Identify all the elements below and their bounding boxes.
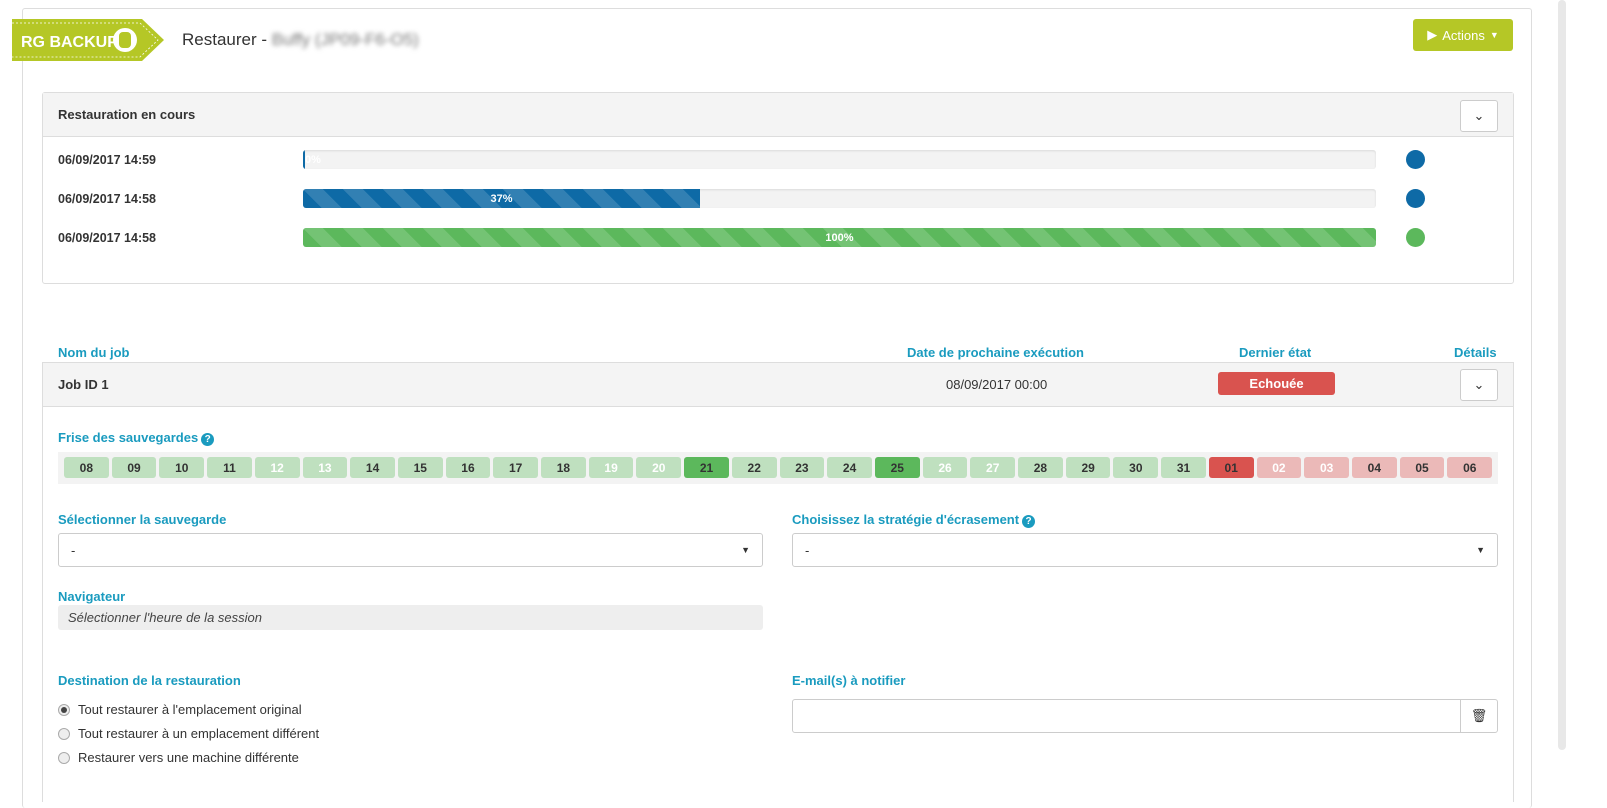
caret-down-icon: ▼	[741, 545, 750, 555]
restore-progress-panel: Restauration en cours ⌄ 06/09/2017 14:59…	[42, 92, 1514, 284]
email-input[interactable]	[792, 699, 1461, 733]
timeline-day[interactable]: 11	[207, 457, 252, 478]
col-last-state: Dernier état	[1239, 345, 1312, 360]
radio-circle[interactable]	[58, 751, 70, 764]
timeline-day[interactable]: 15	[397, 457, 443, 478]
clear-email-button[interactable]: 🗑	[1460, 699, 1498, 733]
play-icon: ▶	[1427, 27, 1438, 42]
progress-fill: 0%	[303, 150, 321, 169]
radio-circle[interactable]	[58, 727, 70, 740]
chevron-down-icon: ⌄	[1473, 377, 1485, 392]
frise-label: Frise des sauvegardes?	[58, 430, 215, 446]
destination-label: Destination de la restauration	[58, 673, 241, 688]
timeline-day[interactable]: 08	[64, 457, 109, 478]
backup-timeline: 08 09 10 11 12 13 14 15 16 17 18 19 20 21 22 23 24 25 26 27…	[58, 452, 1498, 484]
restore-date: 06/09/2017 14:58	[58, 192, 157, 206]
timeline-day[interactable]: 14	[350, 457, 395, 478]
status-dot	[1406, 228, 1425, 247]
job-row: Job ID 1 08/09/2017 00:00 Echouée ⌄	[43, 363, 1513, 407]
timeline-day[interactable]: 13	[302, 457, 348, 478]
timeline-day[interactable]: 16	[445, 457, 491, 478]
timeline-day[interactable]: 27	[970, 457, 1016, 478]
timeline-day[interactable]: 19	[588, 457, 634, 478]
status-badge: Echouée	[1218, 372, 1335, 395]
col-job-name: Nom du job	[58, 345, 130, 360]
page-title: Restaurer - Buffy (JP09-F6-O5)	[182, 30, 419, 49]
scrollbar[interactable]	[1558, 0, 1566, 750]
radio-circle[interactable]	[58, 703, 70, 716]
strategy-label: Choisissez la stratégie d'écrasement?	[792, 512, 1036, 528]
timeline-day[interactable]: 10	[159, 457, 205, 478]
timeline-day[interactable]: 26	[922, 457, 968, 478]
col-details[interactable]: Détails	[1454, 345, 1497, 360]
job-next-run: 08/09/2017 00:00	[946, 377, 1048, 392]
timeline-day[interactable]: 06	[1447, 457, 1493, 478]
timeline-day[interactable]: 31	[1161, 457, 1206, 478]
timeline-day[interactable]: 23	[779, 457, 825, 478]
col-next-run: Date de prochaine exécution	[907, 345, 1084, 360]
restore-date: 06/09/2017 14:59	[58, 153, 157, 167]
timeline-day[interactable]: 17	[493, 457, 539, 478]
progress-fill: 100%	[303, 228, 1376, 247]
destination-radio[interactable]: Tout restaurer à l'emplacement original	[58, 702, 302, 717]
strategy-select[interactable]: - ▼	[792, 533, 1498, 567]
timeline-day[interactable]: 25	[874, 457, 920, 478]
restore-date: 06/09/2017 14:58	[58, 231, 157, 245]
timeline-day[interactable]: 30	[1113, 457, 1159, 478]
timeline-day[interactable]: 18	[541, 457, 586, 478]
status-dot	[1406, 150, 1425, 169]
status-dot	[1406, 189, 1425, 208]
actions-button[interactable]: ▶ Actions ▼	[1413, 19, 1513, 51]
timeline-day[interactable]: 28	[1018, 457, 1063, 478]
job-details-button[interactable]: ⌄	[1460, 369, 1498, 401]
backup-select-label: Sélectionner la sauvegarde	[58, 512, 227, 527]
timeline-day[interactable]: 12	[254, 457, 300, 478]
trash-icon: 🗑	[1470, 708, 1488, 723]
backup-select[interactable]: - ▼	[58, 533, 763, 567]
browser-label: Navigateur	[58, 589, 126, 604]
help-icon[interactable]: ?	[201, 433, 215, 446]
caret-down-icon: ▼	[1489, 30, 1499, 40]
caret-down-icon: ▼	[1476, 545, 1485, 555]
job-name: Job ID 1	[58, 377, 109, 392]
timeline-day[interactable]: 29	[1065, 457, 1111, 478]
timeline-day[interactable]: 01	[1208, 457, 1254, 478]
collapse-button[interactable]: ⌄	[1460, 100, 1498, 132]
timeline-day[interactable]: 21	[684, 457, 729, 478]
timeline-day[interactable]: 05	[1399, 457, 1445, 478]
progress-fill: 37%	[303, 189, 700, 208]
timeline-day[interactable]: 22	[731, 457, 777, 478]
timeline-day[interactable]: 03	[1304, 457, 1349, 478]
email-label: E-mail(s) à notifier	[792, 673, 906, 688]
restore-progress-bar: 0%	[303, 150, 1376, 169]
timeline-day[interactable]: 20	[636, 457, 682, 478]
chevron-down-icon: ⌄	[1473, 108, 1485, 123]
timeline-day[interactable]: 09	[111, 457, 157, 478]
restore-progress-bar: 100%	[303, 228, 1376, 247]
svg-text:RG BACKUP: RG BACKUP	[21, 34, 118, 51]
timeline-day[interactable]: 04	[1351, 457, 1397, 478]
help-icon[interactable]: ?	[1022, 515, 1036, 528]
rg-backup-logo: RG BACKUP	[12, 19, 164, 61]
destination-radio[interactable]: Tout restaurer à un emplacement différen…	[58, 726, 319, 741]
timeline-day[interactable]: 02	[1256, 457, 1302, 478]
session-time-input[interactable]: Sélectionner l'heure de la session	[58, 605, 763, 630]
panel-title: Restauration en cours	[43, 93, 1513, 137]
restore-progress-bar: 37%	[303, 189, 1376, 208]
timeline-day[interactable]: 24	[827, 457, 872, 478]
destination-radio[interactable]: Restaurer vers une machine différente	[58, 750, 299, 765]
